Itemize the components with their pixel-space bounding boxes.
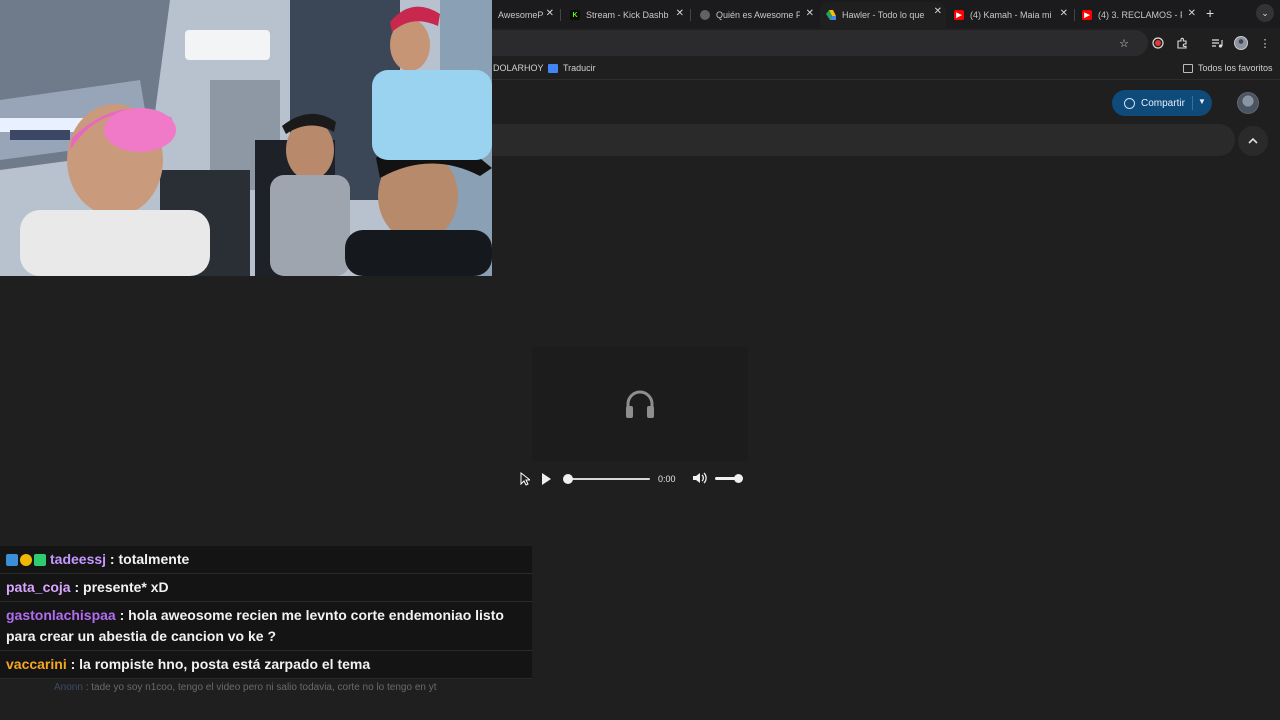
collapse-button[interactable] [1238, 126, 1268, 156]
close-icon[interactable]: ✕ [546, 8, 554, 19]
translate-icon [548, 63, 558, 73]
record-extension-icon[interactable] [1150, 35, 1166, 51]
tab-title: (4) 3. RECLAMOS - F [1098, 10, 1182, 20]
folder-icon [1183, 63, 1193, 73]
bookmark-dolarhoy[interactable]: DOLARHOY [493, 63, 544, 73]
bookmark-label: DOLARHOY [493, 63, 544, 73]
tab-title: Stream - Kick Dashb [586, 10, 669, 20]
tab-reclamos[interactable]: ▶ (4) 3. RECLAMOS - F ✕ [1076, 4, 1200, 26]
user-badges [6, 554, 46, 566]
tab-title: (4) Kamah - Maia mi [970, 10, 1052, 20]
play-button[interactable] [540, 472, 552, 486]
tab-search-button[interactable]: ⌄ [1256, 4, 1274, 22]
headphones-icon [626, 390, 654, 418]
volume-icon[interactable] [692, 471, 708, 485]
account-avatar[interactable] [1237, 92, 1259, 114]
tab-hawler[interactable]: Hawler - Todo lo que ✕ [820, 2, 946, 28]
share-button[interactable]: Compartir ▼ [1112, 90, 1212, 116]
chat-message: tadeessj : totalmente [0, 546, 532, 574]
extensions-icon[interactable] [1174, 35, 1190, 51]
seek-knob[interactable] [563, 474, 573, 484]
volume-slider[interactable] [715, 474, 743, 483]
chat-text: totalmente [118, 551, 190, 567]
tab-title: AwesomePier [498, 10, 544, 20]
screen: AwesomePier ✕ K Stream - Kick Dashb ✕ Qu… [0, 0, 1280, 720]
chat-message-faded: Anonn : tade yo soy n1coo, tengo el vide… [54, 682, 437, 693]
volume-knob[interactable] [734, 474, 743, 483]
tab-title: Hawler - Todo lo que [842, 10, 925, 20]
chat-username[interactable]: vaccarini [6, 656, 67, 672]
globe-icon [700, 10, 710, 20]
seek-slider[interactable] [563, 474, 650, 484]
close-icon[interactable]: ✕ [934, 6, 942, 17]
chat-message: vaccarini : la rompiste hno, posta está … [0, 651, 532, 679]
all-bookmarks[interactable]: Todos los favoritos [1183, 63, 1273, 73]
share-label: Compartir [1141, 97, 1185, 109]
tab-quien-es-awesome[interactable]: Quién es Awesome P ✕ [694, 4, 818, 26]
chat-message: pata_coja : presente* xD [0, 574, 532, 602]
profile-avatar-icon[interactable] [1233, 35, 1249, 51]
bookmark-label: Traducir [563, 63, 596, 73]
chat-username: Anonn [54, 682, 83, 693]
chat-text: presente* xD [83, 579, 169, 595]
star-icon[interactable]: ☆ [1116, 35, 1132, 51]
webcam-scene [0, 0, 492, 276]
kick-icon: K [570, 10, 580, 20]
tab-title: Quién es Awesome P [716, 10, 800, 20]
new-tab-button[interactable]: + [1206, 5, 1214, 21]
chat-message: gastonlachispaa : hola aweosome recien m… [0, 602, 532, 651]
close-icon[interactable]: ✕ [676, 8, 684, 19]
tab-kick-dashboard[interactable]: K Stream - Kick Dashb ✕ [564, 4, 688, 26]
badge-icon [34, 554, 46, 566]
close-icon[interactable]: ✕ [1060, 8, 1068, 19]
youtube-icon: ▶ [1082, 10, 1092, 20]
badge-icon [6, 554, 18, 566]
chat-text: la rompiste hno, posta está zarpado el t… [79, 656, 371, 672]
youtube-icon: ▶ [954, 10, 964, 20]
all-bookmarks-label: Todos los favoritos [1198, 63, 1273, 73]
google-drive-icon [826, 10, 836, 20]
bookmark-traducir[interactable]: Traducir [548, 63, 596, 73]
tab-awesomepier[interactable]: AwesomePier ✕ [492, 4, 558, 26]
caret-down-icon[interactable]: ▼ [1198, 97, 1206, 106]
chat-username[interactable]: tadeessj [50, 551, 106, 567]
badge-icon [20, 554, 32, 566]
menu-kebab-icon[interactable]: ⋮ [1257, 35, 1273, 51]
chat-username[interactable]: pata_coja [6, 579, 71, 595]
mouse-cursor-icon [520, 472, 530, 486]
chevron-up-icon [1248, 137, 1258, 144]
media-controls-icon[interactable] [1209, 35, 1225, 51]
chat-overlay: tadeessj : totalmente pata_coja : presen… [0, 546, 532, 679]
chat-text: tade yo soy n1coo, tengo el video pero n… [91, 682, 437, 693]
close-icon[interactable]: ✕ [1188, 8, 1196, 19]
webcam-overlay [0, 0, 492, 276]
time-display: 0:00 [658, 474, 676, 484]
address-bar[interactable]: ☆ [470, 30, 1148, 56]
globe-icon [1124, 97, 1135, 109]
tab-kamah[interactable]: ▶ (4) Kamah - Maia mi ✕ [948, 4, 1072, 26]
file-info-bar [490, 124, 1235, 156]
chat-username[interactable]: gastonlachispaa [6, 607, 116, 623]
close-icon[interactable]: ✕ [806, 8, 814, 19]
